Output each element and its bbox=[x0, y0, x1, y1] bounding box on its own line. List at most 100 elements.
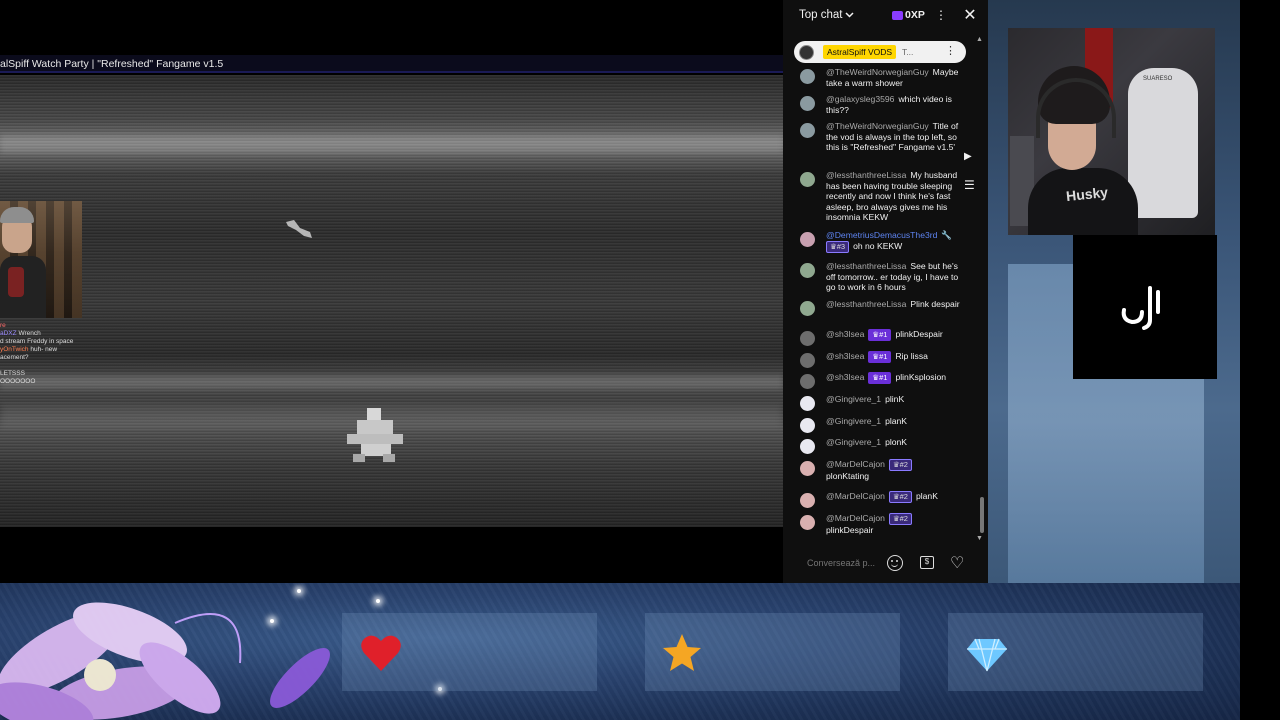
chat-text: plinK bbox=[885, 394, 905, 404]
avatar[interactable] bbox=[800, 263, 815, 278]
badge-label: #1 bbox=[879, 352, 888, 361]
chat-message-body: @lessthanthreeLissa My husband has been h… bbox=[826, 170, 962, 223]
more-vert-icon[interactable]: ⋮ bbox=[933, 8, 949, 26]
streamer-webcam: SUARESO Husky bbox=[1008, 28, 1215, 235]
chat-author[interactable]: @lessthanthreeLissa bbox=[826, 170, 906, 180]
avatar[interactable] bbox=[800, 493, 815, 508]
chat-author[interactable]: @Gingivere_1 bbox=[826, 437, 881, 447]
avatar[interactable] bbox=[800, 353, 815, 368]
xp-badge[interactable]: 0XP bbox=[892, 9, 925, 21]
chat-author[interactable]: @sh3lsea bbox=[826, 329, 864, 339]
gift-rank-badge: ♛#1 bbox=[868, 351, 892, 363]
gift-rank-badge: ♛#1 bbox=[868, 372, 892, 384]
chat-message-body: @Gingivere_1 plonK bbox=[826, 437, 962, 448]
list-icon[interactable]: ☰ bbox=[964, 178, 975, 192]
channel-logo-icon bbox=[1121, 286, 1160, 330]
chat-text: plinKsplosion bbox=[895, 372, 947, 382]
chat-author[interactable]: @lessthanthreeLissa bbox=[826, 299, 906, 309]
chat-message-body: @Gingivere_1 planK bbox=[826, 416, 962, 427]
video-letterbox bbox=[0, 527, 783, 583]
chat-message-body: @sh3lsea ♛#1 plinkDespair bbox=[826, 329, 962, 341]
more-vert-icon[interactable]: ⋮ bbox=[945, 44, 956, 57]
badge-label: #2 bbox=[899, 514, 908, 523]
close-icon[interactable]: ✕ bbox=[960, 6, 980, 26]
inset-chat-line: OOOOOOO bbox=[0, 378, 36, 385]
chat-text: plinkDespair bbox=[826, 525, 874, 535]
chat-author[interactable]: @lessthanthreeLissa bbox=[826, 261, 906, 271]
avatar[interactable] bbox=[800, 232, 815, 247]
chat-mode-dropdown[interactable]: Top chat bbox=[799, 9, 855, 21]
avatar[interactable] bbox=[800, 301, 815, 316]
video-player[interactable]: alSpiff Watch Party | "Refreshed" Fangam… bbox=[0, 0, 783, 583]
chevron-down-icon bbox=[845, 12, 855, 18]
avatar[interactable] bbox=[800, 96, 815, 111]
chat-author[interactable]: @sh3lsea bbox=[826, 351, 864, 361]
xp-gem-icon bbox=[892, 10, 903, 20]
chat-author[interactable]: @Gingivere_1 bbox=[826, 394, 881, 404]
chair-logo: SUARESO bbox=[1143, 76, 1173, 82]
pinned-author: AstralSpiff VODS bbox=[823, 45, 897, 59]
chat-author[interactable]: @MarDelCajon bbox=[826, 459, 885, 469]
moderator-wrench-icon: 🔧 bbox=[941, 230, 953, 240]
avatar[interactable] bbox=[800, 396, 815, 411]
heart-icon bbox=[361, 635, 401, 671]
superchat-icon[interactable]: $ bbox=[920, 556, 934, 569]
diamond-icon bbox=[967, 638, 1007, 672]
avatar[interactable] bbox=[800, 461, 815, 476]
game-footage bbox=[0, 75, 783, 527]
chat-message-body: @lessthanthreeLissa Plink despair bbox=[826, 299, 962, 310]
chat-author[interactable]: @sh3lsea bbox=[826, 372, 864, 382]
chat-scrollbar[interactable] bbox=[980, 497, 984, 533]
badge-label: #1 bbox=[879, 330, 888, 339]
static-band bbox=[0, 375, 783, 389]
inset-chat-line: d stream Freddy in space bbox=[0, 338, 74, 345]
inset-chat-line: yOnTwich huh- new bbox=[0, 346, 58, 353]
chat-text: plonKtating bbox=[826, 471, 870, 481]
static-band bbox=[0, 135, 783, 153]
crown-icon: ♛ bbox=[892, 514, 900, 523]
screen: alSpiff Watch Party | "Refreshed" Fangam… bbox=[0, 0, 1280, 720]
avatar bbox=[799, 44, 814, 60]
inset-chat-line: LETSSS bbox=[0, 370, 25, 377]
pinned-message[interactable]: AstralSpiff VODS T... ⋮ bbox=[794, 41, 966, 63]
chat-message-body: @sh3lsea ♛#1 Rip lissa bbox=[826, 351, 962, 363]
video-title-bar: alSpiff Watch Party | "Refreshed" Fangam… bbox=[0, 55, 783, 73]
play-icon[interactable]: ▶ bbox=[964, 151, 972, 162]
chat-input[interactable] bbox=[807, 558, 883, 568]
chat-author[interactable]: @Gingivere_1 bbox=[826, 416, 881, 426]
heart-icon[interactable]: ♡ bbox=[950, 553, 964, 573]
inset-chat-line: aDXZ Wrench bbox=[0, 330, 41, 337]
badge-label: #1 bbox=[879, 373, 888, 382]
avatar[interactable] bbox=[800, 515, 815, 530]
emoji-icon[interactable] bbox=[887, 555, 903, 571]
avatar[interactable] bbox=[800, 418, 815, 433]
avatar[interactable] bbox=[800, 439, 815, 454]
flower-decoration bbox=[0, 602, 330, 720]
chat-author[interactable]: @DemetriusDemacusThe3rd bbox=[826, 230, 937, 240]
chat-author[interactable]: @TheWeirdNorwegianGuy bbox=[826, 121, 929, 131]
chat-author[interactable]: @TheWeirdNorwegianGuy bbox=[826, 67, 929, 77]
chat-author[interactable]: @MarDelCajon bbox=[826, 491, 885, 501]
chat-message-body: @sh3lsea ♛#1 plinKsplosion bbox=[826, 372, 962, 384]
avatar[interactable] bbox=[800, 69, 815, 84]
avatar[interactable] bbox=[800, 123, 815, 138]
chat-text: Rip lissa bbox=[895, 351, 928, 361]
avatar[interactable] bbox=[800, 374, 815, 389]
chat-author[interactable]: @MarDelCajon bbox=[826, 513, 885, 523]
badge-label: #3 bbox=[836, 241, 846, 251]
live-chat-panel: Top chat 0XP ⋮ ✕ AstralSpiff VODS T... ⋮… bbox=[783, 0, 988, 583]
scroll-up-icon[interactable]: ▲ bbox=[976, 36, 983, 43]
avatar[interactable] bbox=[800, 172, 815, 187]
inset-webcam bbox=[0, 201, 82, 318]
avatar[interactable] bbox=[800, 331, 815, 346]
gift-rank-badge: ♛#2 bbox=[888, 459, 912, 471]
chat-header: Top chat 0XP ⋮ ✕ bbox=[783, 0, 988, 34]
chat-author[interactable]: @galaxysleg3596 bbox=[826, 94, 894, 104]
badge-label: #2 bbox=[899, 492, 908, 501]
video-title: alSpiff Watch Party | "Refreshed" Fangam… bbox=[0, 58, 224, 70]
gift-rank-badge: ♛#2 bbox=[888, 491, 912, 503]
crown-icon: ♛ bbox=[830, 241, 837, 251]
gaming-chair bbox=[1128, 68, 1198, 218]
scroll-down-icon[interactable]: ▼ bbox=[976, 535, 983, 542]
chat-input-row: $ ♡ bbox=[783, 548, 988, 580]
